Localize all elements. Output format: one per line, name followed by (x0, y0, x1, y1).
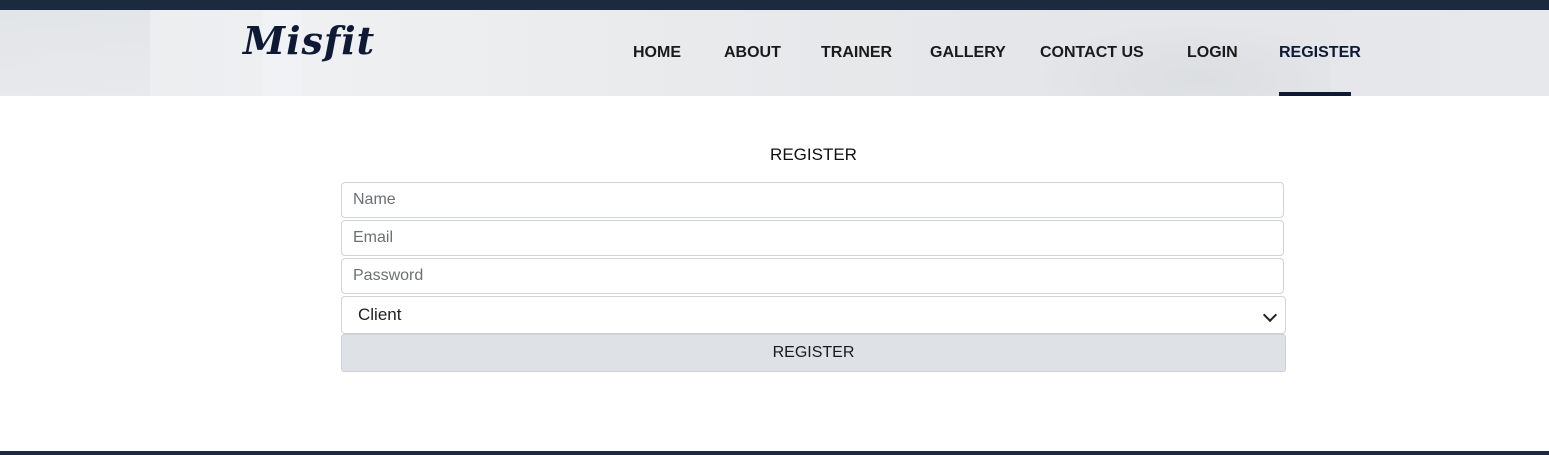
nav-about-link[interactable]: ABOUT (724, 10, 781, 96)
nav-trainer-link[interactable]: TRAINER (821, 10, 892, 96)
email-field[interactable] (341, 220, 1284, 256)
chevron-down-icon (1262, 307, 1278, 323)
password-field[interactable] (341, 258, 1284, 294)
name-field[interactable] (341, 182, 1284, 218)
nav-login-link[interactable]: LOGIN (1187, 10, 1238, 96)
role-select-value: Client (358, 305, 402, 324)
footer-border (0, 451, 1549, 455)
nav-register-link[interactable]: REGISTER (1279, 10, 1361, 96)
nav-contact-link[interactable]: CONTACT US (1040, 10, 1144, 96)
main-nav: HOME ABOUT TRAINER GALLERY CONTACT US LO… (0, 10, 1549, 96)
nav-home-link[interactable]: HOME (633, 10, 681, 96)
register-button[interactable]: REGISTER (341, 334, 1286, 372)
active-nav-indicator (1279, 92, 1351, 96)
nav-gallery-link[interactable]: GALLERY (930, 10, 1006, 96)
form-title: REGISTER (770, 145, 857, 164)
role-select[interactable]: Client (341, 296, 1286, 334)
